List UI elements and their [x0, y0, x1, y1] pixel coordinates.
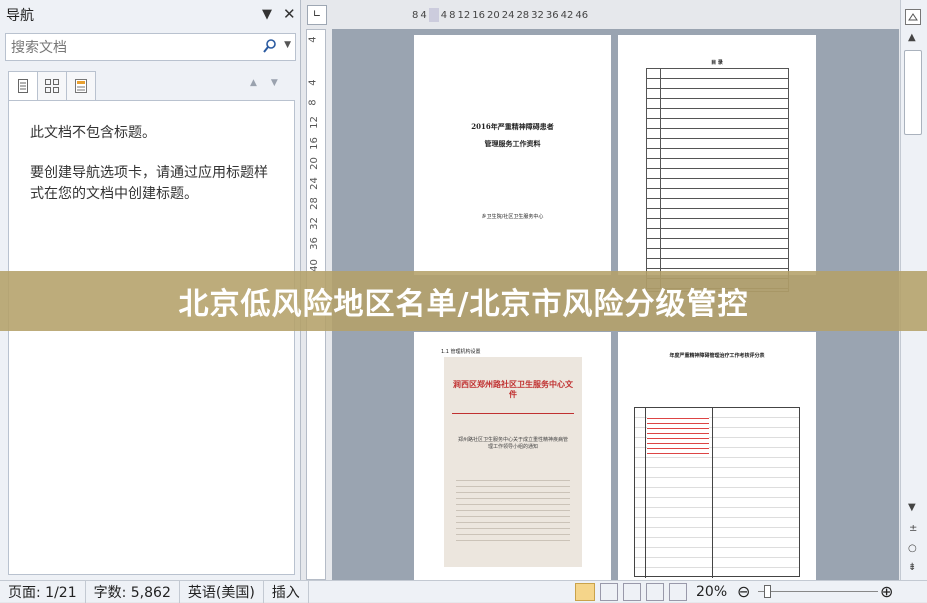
nav-tabs: [8, 71, 96, 101]
search-dropdown-icon[interactable]: ▼: [284, 40, 291, 50]
nav-results-area: 此文档不包含标题。 要创建导航选项卡，请通过应用标题样式在您的文档中创建标题。: [8, 100, 295, 575]
ruler-tick: 28: [516, 9, 530, 21]
ruler-tick: 8: [412, 9, 419, 21]
ruler-tick: 20: [486, 9, 500, 21]
ruler-tick: 8: [449, 9, 456, 21]
empty-message: 此文档不包含标题。: [30, 125, 156, 141]
ruler-tick: 20: [308, 157, 320, 170]
nav-pane-title: 导航: [6, 8, 34, 24]
results-icon: [75, 79, 87, 93]
view-buttons: [575, 583, 687, 601]
ruler-tick: 32: [308, 217, 320, 230]
ruler-tick: 16: [472, 9, 485, 21]
view-ruler-icon[interactable]: [905, 9, 921, 25]
scroll-thumb[interactable]: [904, 50, 922, 135]
reading-layout-icon[interactable]: [600, 583, 618, 601]
tab-headings[interactable]: [8, 71, 38, 101]
ruler-tick: 4: [420, 9, 427, 21]
page-1[interactable]: 2016年严重精神障碍患者 管理服务工作资料 乡卫生院/社区卫生服务中心: [414, 35, 611, 275]
ruler-tick: 4: [440, 9, 448, 21]
page-3[interactable]: 1.1 管理机构设置 涧西区郑州路社区卫生服务中心文件 郑州路社区卫生服务中心关…: [414, 332, 611, 580]
indent-marker[interactable]: [428, 8, 439, 22]
ruler-tick: 24: [308, 177, 320, 190]
word-count[interactable]: 字数: 5,862: [86, 580, 180, 603]
ruler-tick: 24: [501, 9, 515, 21]
language-indicator[interactable]: 英语(美国): [180, 580, 264, 603]
zoom-level[interactable]: 20%: [696, 584, 727, 600]
ruler-tick: 32: [531, 9, 544, 21]
ruler-tick: 42: [560, 9, 574, 21]
toc-table: [646, 68, 789, 292]
tab-selector-button[interactable]: ∟: [307, 5, 327, 25]
ruler-tick: 4: [307, 36, 319, 43]
web-layout-icon[interactable]: [623, 583, 641, 601]
outline-icon[interactable]: [646, 583, 664, 601]
scroll-down-icon[interactable]: ▼: [908, 502, 916, 513]
draft-icon[interactable]: [669, 583, 687, 601]
headings-icon: [18, 79, 28, 93]
search-input[interactable]: 搜索文档 ▼: [5, 33, 296, 61]
ruler-tick: 28: [308, 197, 320, 210]
zoom-slider-thumb[interactable]: [764, 585, 771, 598]
photo-header: 涧西区郑州路社区卫生服务中心文件: [453, 379, 573, 399]
ruler-tick: 8: [307, 99, 319, 106]
ruler-tick: 12: [457, 9, 471, 21]
page-2[interactable]: 目 录: [618, 35, 816, 292]
divider: [452, 413, 574, 414]
ruler-tick: 36: [308, 237, 320, 250]
zoom-in-icon[interactable]: ⊕: [880, 582, 893, 601]
photo-title: 郑州路社区卫生服务中心关于成立重性精神疾病管理工作领导小组的通知: [458, 437, 569, 450]
page-footer-text: 乡卫生院/社区卫生服务中心: [481, 214, 544, 220]
tab-pages[interactable]: [37, 71, 67, 101]
overlay-banner: 北京低风险地区名单/北京市风险分级管控: [0, 271, 927, 331]
search-placeholder: 搜索文档: [11, 40, 67, 56]
ruler-tick: 46: [575, 9, 589, 21]
previous-icon[interactable]: ▲: [250, 78, 271, 88]
form-heading: 年度严重精神障碍管理治疗工作考核评分表: [669, 353, 765, 359]
document-photo: 涧西区郑州路社区卫生服务中心文件 郑州路社区卫生服务中心关于成立重性精神疾病管理…: [444, 357, 582, 567]
empty-hint: 要创建导航选项卡，请通过应用标题样式在您的文档中创建标题。: [30, 165, 268, 202]
horizontal-ruler[interactable]: 8 4 4 8 12 16 20 24 28 32 36 42 46: [412, 5, 588, 25]
pane-options-icon[interactable]: ▼: [262, 7, 272, 22]
toc-heading: 目 录: [711, 60, 723, 66]
ruler-tick: 16: [308, 137, 320, 150]
photo-text-lines: [456, 475, 570, 545]
search-icon[interactable]: [263, 39, 277, 53]
page-title-line2: 管理服务工作资料: [484, 139, 541, 148]
nav-arrows: ▲▼: [250, 78, 292, 88]
score-table: [634, 407, 800, 578]
page-caption: 1.1 管理机构设置: [441, 349, 481, 355]
status-bar: 页面: 1/21 字数: 5,862 英语(美国) 插入 20% ⊖ ⊕: [0, 580, 927, 603]
banner-text: 北京低风险地区名单/北京市风险分级管控: [178, 287, 749, 322]
browse-object-icon[interactable]: ○: [908, 543, 917, 554]
next-icon[interactable]: ▼: [271, 78, 292, 88]
next-page-icon[interactable]: ⇟: [908, 562, 916, 573]
print-layout-icon[interactable]: [575, 583, 595, 601]
ruler-tick: 40: [308, 259, 320, 272]
page-indicator[interactable]: 页面: 1/21: [0, 580, 86, 603]
close-icon[interactable]: ✕: [283, 5, 296, 23]
page-4[interactable]: 年度严重精神障碍管理治疗工作考核评分表: [618, 332, 816, 580]
scroll-up-icon[interactable]: ▲: [908, 32, 916, 43]
previous-page-icon[interactable]: ±: [909, 523, 917, 534]
ruler-tick: 4: [307, 79, 319, 86]
nav-pane-header: 导航 ▼ ✕: [0, 0, 301, 30]
zoom-out-icon[interactable]: ⊖: [737, 582, 750, 601]
ruler-tick: 36: [545, 9, 559, 21]
insert-mode[interactable]: 插入: [264, 580, 309, 603]
zoom-slider[interactable]: [758, 591, 878, 592]
tab-results[interactable]: [66, 71, 96, 101]
thumbnails-icon: [45, 79, 59, 93]
page-title-line1: 2016年严重精神障碍患者: [471, 122, 554, 131]
ruler-tick: 12: [308, 116, 320, 129]
